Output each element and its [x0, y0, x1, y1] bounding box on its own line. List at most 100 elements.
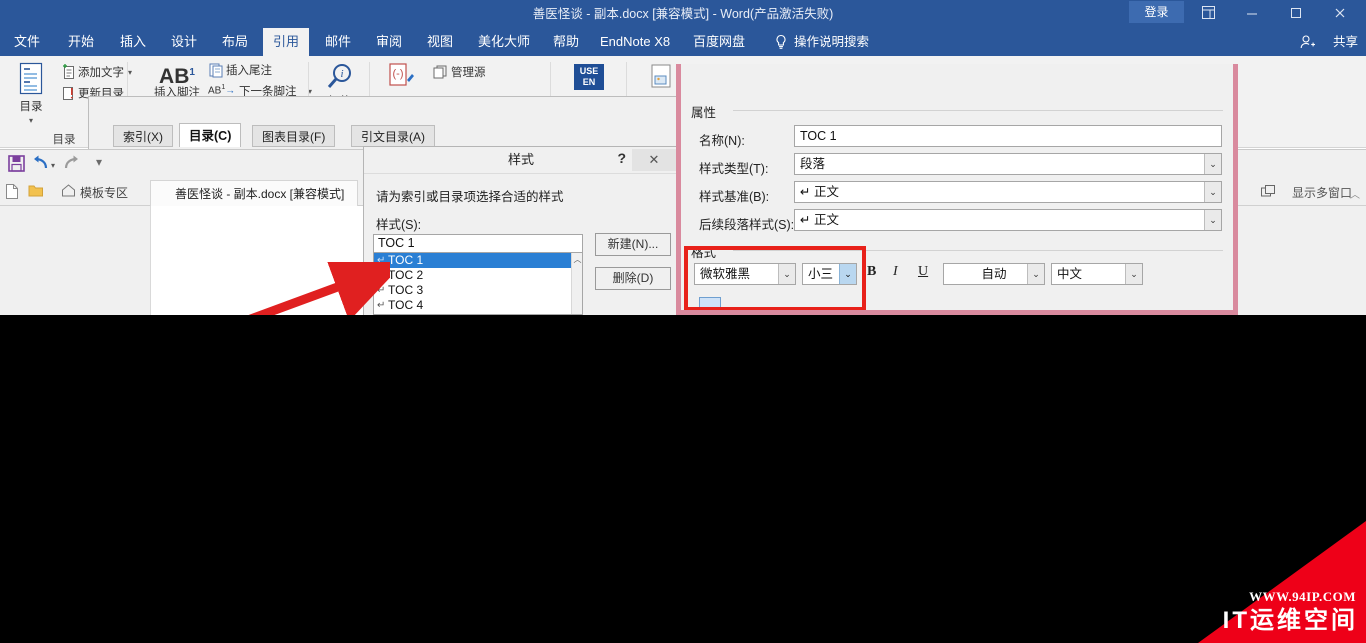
chevron-down-icon[interactable]: ⌄ [1027, 264, 1044, 284]
tab-beautify-master[interactable]: 美化大师 [468, 28, 540, 56]
chevron-down-icon[interactable]: ⌄ [1125, 264, 1142, 284]
tab-design[interactable]: 设计 [161, 28, 207, 56]
language-combo[interactable]: 中文 ⌄ [1051, 263, 1143, 285]
add-text-button[interactable]: 添加文字 [78, 66, 124, 80]
minimize-icon[interactable] [1230, 0, 1274, 28]
style-name-input[interactable]: TOC 1 [373, 234, 583, 253]
italic-button[interactable]: I [893, 264, 898, 280]
tab-references[interactable]: 引用 [263, 28, 310, 56]
align-justify-button[interactable] [971, 300, 985, 310]
list-item[interactable]: ↵ TOC 4 [374, 298, 582, 313]
chevron-down-icon[interactable]: ⌄ [1204, 182, 1221, 202]
open-folder-icon[interactable] [28, 183, 44, 201]
style-type-combo[interactable]: 段落 ⌄ [794, 153, 1222, 175]
screenshot-root: 善医怪谈 - 副本.docx [兼容模式] - Word(产品激活失败) 登录 … [0, 0, 1366, 643]
list-item[interactable]: ↵ TOC 2 [374, 268, 582, 283]
tab-insert[interactable]: 插入 [110, 28, 156, 56]
styles-dialog-title: 样式 [364, 147, 678, 173]
insert-endnote-button[interactable]: 插入尾注 [226, 64, 272, 78]
delete-style-button[interactable]: 删除(D) [595, 267, 671, 290]
tell-me-search[interactable]: 操作说明搜索 [794, 28, 869, 56]
list-item[interactable]: ↵ TOC 3 [374, 283, 582, 298]
svg-text:(-): (-) [393, 68, 404, 80]
insert-endnote-icon [209, 63, 224, 83]
align-right-button[interactable] [889, 300, 903, 310]
ribbon-display-options-icon[interactable] [1186, 0, 1230, 28]
save-icon[interactable] [8, 155, 25, 177]
ribbon-tab-strip: 文件 开始 插入 设计 布局 引用 邮件 审阅 视图 美化大师 帮助 EndNo… [0, 28, 1366, 56]
document-tab[interactable]: 善医怪谈 - 副本.docx [兼容模式] [150, 180, 358, 206]
tab-layout[interactable]: 布局 [212, 28, 258, 56]
insert-footnote-button[interactable]: AB1 插入脚注 [145, 66, 209, 100]
tab-endnote-x8[interactable]: EndNote X8 [590, 28, 680, 56]
bold-button[interactable]: B [867, 264, 876, 280]
tab-view[interactable]: 视图 [417, 28, 463, 56]
next-paragraph-style-value: ↵ 正文 [800, 213, 839, 227]
chevron-down-icon[interactable]: ⌄ [1204, 154, 1221, 174]
undo-icon[interactable] [32, 155, 50, 176]
chevron-down-icon[interactable]: ▾ [8, 114, 54, 127]
language-value: 中文 [1057, 267, 1083, 281]
tab-help[interactable]: 帮助 [543, 28, 589, 56]
font-color-combo[interactable]: 自动 ⌄ [943, 263, 1045, 285]
list-item-label: TOC 4 [388, 298, 424, 312]
style-type-label: 样式类型(T): [699, 162, 769, 176]
insert-caption-icon[interactable] [650, 64, 676, 97]
home-icon[interactable] [61, 183, 76, 200]
manage-sources-button[interactable]: 管理源 [451, 66, 486, 80]
collapse-ribbon-icon[interactable]: ︿ [1350, 186, 1360, 201]
close-icon[interactable]: ✕ [632, 149, 676, 171]
toc-button[interactable]: 目录 ▾ [8, 62, 54, 127]
word-application-window: 善医怪谈 - 副本.docx [兼容模式] - Word(产品激活失败) 登录 … [0, 0, 1366, 315]
customize-qat-icon[interactable]: ▾ [96, 155, 102, 169]
next-paragraph-style-label: 后续段落样式(S): [699, 218, 795, 232]
tab-home[interactable]: 开始 [58, 28, 104, 56]
help-icon[interactable]: ? [617, 150, 626, 166]
dialog-tab-toc[interactable]: 目录(C) [179, 123, 242, 147]
close-icon[interactable] [1318, 0, 1362, 28]
styles-list[interactable]: ↵ TOC 1 ↵ TOC 2 ↵ TOC 3 ↵ TOC 4 ︿ [373, 253, 583, 315]
styles-dialog-body: 请为索引或目录项选择合适的样式 样式(S): TOC 1 ↵ TOC 1 ↵ T… [364, 173, 678, 315]
style-based-on-value: ↵ 正文 [800, 185, 839, 199]
share-button[interactable]: 共享 [1333, 28, 1358, 56]
section-divider [733, 110, 1223, 111]
style-based-on-combo[interactable]: ↵ 正文 ⌄ [794, 181, 1222, 203]
tab-mailings[interactable]: 邮件 [315, 28, 361, 56]
sign-in-button[interactable]: 登录 [1129, 1, 1184, 23]
add-text-icon [62, 64, 76, 85]
dialog-tab-table-of-figures[interactable]: 图表目录(F) [252, 125, 336, 147]
tab-review[interactable]: 审阅 [366, 28, 412, 56]
new-style-button[interactable]: 新建(N)... [595, 233, 671, 256]
smart-lookup-icon: i [325, 64, 355, 95]
maximize-icon[interactable] [1274, 0, 1318, 28]
new-document-icon[interactable] [5, 183, 19, 203]
toc-button-label: 目录 [19, 101, 43, 113]
tab-file[interactable]: 文件 [4, 28, 50, 56]
underline-button[interactable]: U [918, 264, 928, 280]
list-item[interactable]: ↵ TOC 1 [374, 253, 582, 268]
style-name-field[interactable]: TOC 1 [794, 125, 1222, 147]
styles-list-label: 样式(S): [376, 218, 422, 232]
style-type-value: 段落 [800, 157, 826, 171]
next-paragraph-style-combo[interactable]: ↵ 正文 ⌄ [794, 209, 1222, 231]
chevron-down-icon[interactable]: ⌄ [1204, 210, 1221, 230]
annotation-highlight-box [684, 246, 866, 310]
show-multi-window-button[interactable]: 显示多窗口 [1292, 180, 1352, 206]
modify-style-dialog-body: 属性 名称(N): TOC 1 样式类型(T): 段落 ⌄ 样式基准(B): ↵… [681, 64, 1233, 310]
styles-list-scrollbar[interactable]: ︿ [571, 253, 582, 314]
template-zone-button[interactable]: 模板专区 [80, 180, 128, 206]
scroll-up-icon[interactable]: ︿ [573, 254, 582, 265]
dialog-tab-table-of-authorities[interactable]: 引文目录(A) [351, 125, 435, 147]
share-person-icon [1300, 34, 1316, 55]
redo-icon[interactable] [62, 155, 80, 176]
undo-dropdown-icon[interactable]: ▾ [51, 161, 55, 170]
styles-dialog-prompt: 请为索引或目录项选择合适的样式 [376, 190, 564, 204]
title-bar: 善医怪谈 - 副本.docx [兼容模式] - Word(产品激活失败) 登录 [0, 0, 1366, 28]
dialog-tab-index[interactable]: 索引(X) [113, 125, 173, 147]
style-based-on-label: 样式基准(B): [699, 190, 770, 204]
svg-text:i: i [340, 68, 343, 80]
insert-footnote-icon: AB1 [159, 65, 195, 88]
list-item-label: TOC 1 [388, 253, 424, 267]
tab-baidu-netdisk[interactable]: 百度网盘 [683, 28, 755, 56]
use-endnote-icon[interactable]: USE EN [574, 64, 604, 90]
